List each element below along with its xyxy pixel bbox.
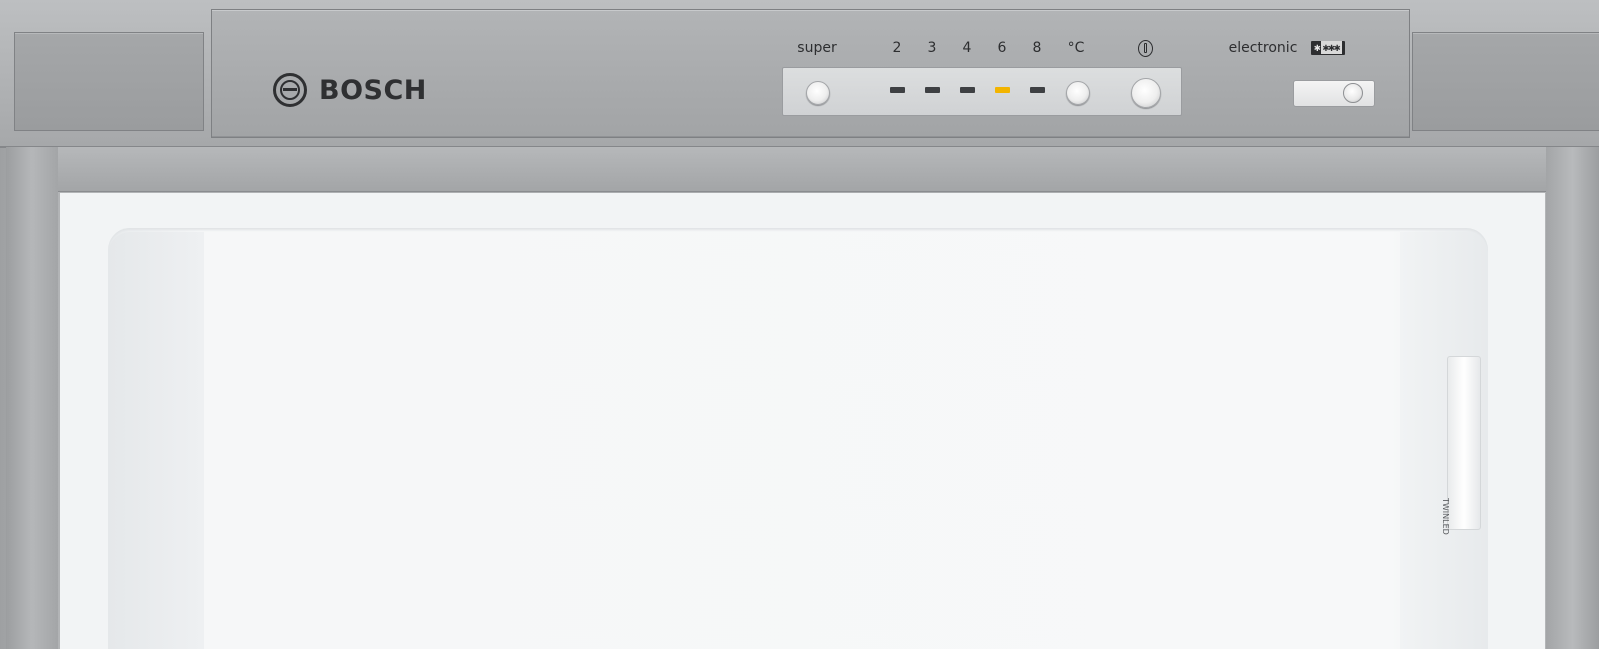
left-side-frame	[6, 147, 58, 649]
level-indicator-led	[890, 87, 905, 93]
light-panel-label: TWINLED	[1441, 498, 1450, 535]
temp-level-label: 4	[962, 40, 972, 56]
electronic-label: electronic	[1228, 40, 1298, 56]
left-vent-grille	[14, 32, 204, 131]
right-side-frame	[1546, 147, 1599, 649]
bosch-logo: BOSCH	[273, 73, 427, 107]
power-icon	[1138, 40, 1153, 57]
interior-left-wall	[108, 232, 204, 649]
led-light-panel	[1447, 356, 1481, 530]
freezer-rating-star: ✱	[1314, 41, 1321, 54]
freezer-star-rating-icon: ✱ ✱✱✱	[1311, 41, 1345, 55]
temp-level-label: 2	[892, 40, 902, 56]
brand-name: BOSCH	[319, 74, 427, 106]
temp-level-label: 3	[927, 40, 937, 56]
right-vent-grille	[1412, 32, 1599, 131]
temp-level-label: 8	[1032, 40, 1042, 56]
level-indicator-led	[960, 87, 975, 93]
super-label: super	[797, 40, 837, 56]
temperature-select-button[interactable]	[1066, 81, 1090, 105]
freezer-rating-stars: ✱✱✱	[1320, 41, 1342, 54]
temperature-display-strip	[782, 67, 1182, 116]
door-switch-knob[interactable]	[1343, 83, 1363, 103]
level-indicator-led-active	[995, 87, 1010, 93]
temperature-unit-label: °C	[1067, 40, 1085, 56]
interior-liner	[108, 228, 1488, 649]
level-indicator-led	[1030, 87, 1045, 93]
super-cool-button[interactable]	[806, 81, 830, 105]
bosch-emblem-icon	[273, 73, 307, 107]
power-button[interactable]	[1131, 78, 1161, 108]
door-top-trim	[58, 147, 1546, 192]
temp-level-label: 6	[997, 40, 1007, 56]
level-indicator-led	[925, 87, 940, 93]
